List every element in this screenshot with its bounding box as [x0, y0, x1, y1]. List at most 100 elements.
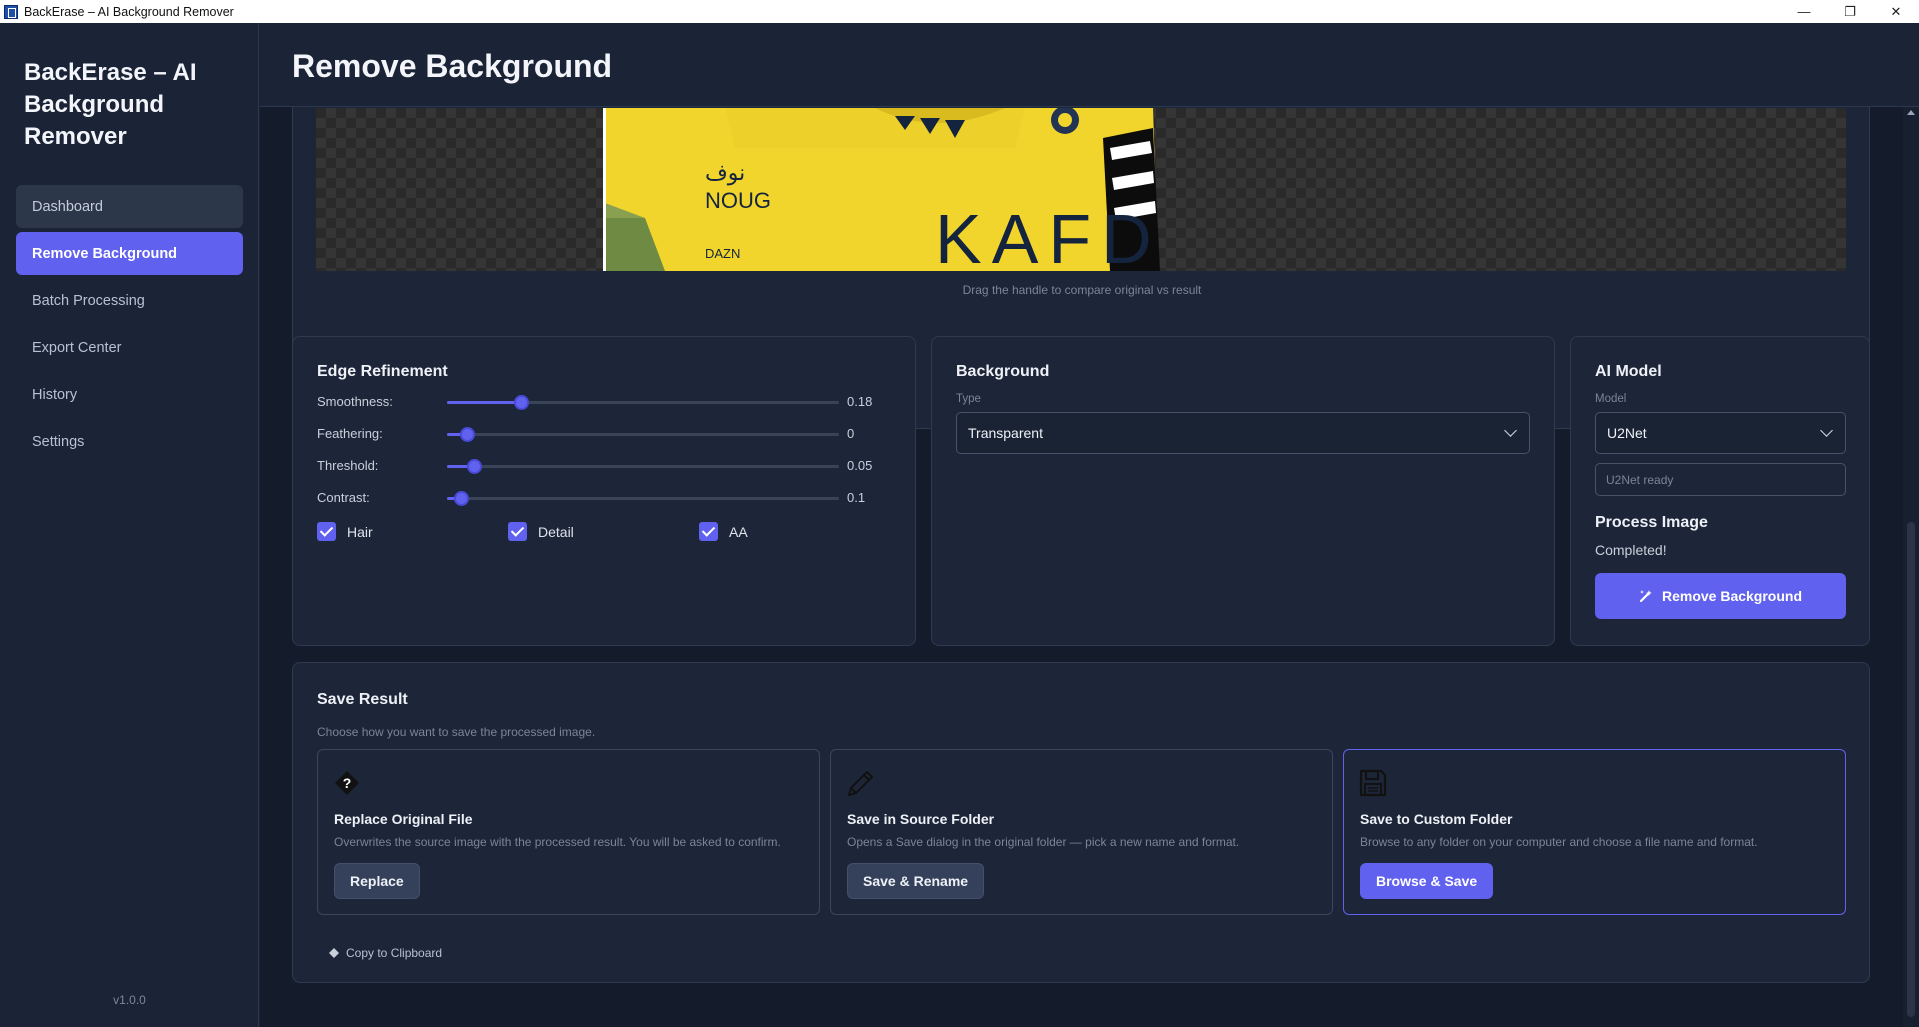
contrast-slider[interactable]: Contrast: 0.1	[317, 488, 897, 508]
slider-thumb[interactable]	[459, 427, 475, 442]
hair-checkbox[interactable]: Hair	[317, 522, 373, 541]
smoothness-slider[interactable]: Smoothness: 0.18	[317, 392, 897, 412]
threshold-slider[interactable]: Threshold: 0.05	[317, 456, 897, 476]
save-result-panel: Save Result Choose how you want to save …	[292, 662, 1870, 983]
compare-hint: Drag the handle to compare original vs r…	[962, 283, 1202, 297]
copy-to-clipboard-label: Copy to Clipboard	[346, 946, 443, 960]
ai-model-panel: AI Model Model U2Net U2Net ready Process…	[1570, 336, 1870, 646]
window-titlebar: BackErase – AI Background Remover — ❐ ✕	[0, 0, 1919, 23]
slider-track[interactable]	[447, 433, 839, 436]
diamond-question-icon: ?	[335, 771, 359, 795]
close-icon[interactable]: ✕	[1873, 0, 1919, 23]
aa-checkbox[interactable]: AA	[699, 522, 748, 541]
slider-value: 0.18	[847, 394, 873, 409]
app-brand: BackErase – AI Background Remover	[24, 59, 197, 150]
slider-value: 0	[847, 426, 855, 441]
detail-checkbox[interactable]: Detail	[508, 522, 574, 541]
svg-text:?: ?	[343, 775, 352, 791]
scrollbar-thumb[interactable]	[1907, 522, 1915, 1017]
diamond-question-icon	[329, 948, 339, 958]
checkbox-checked-icon[interactable]	[317, 522, 336, 541]
slider-label: Contrast:	[317, 490, 370, 505]
save-to-custom-folder-option[interactable]: Save to Custom Folder Browse to any fold…	[1343, 749, 1846, 915]
edge-refinement-panel: Edge Refinement Smoothness: 0.18 Feather…	[292, 336, 916, 646]
background-type-label: Type	[956, 393, 981, 405]
remove-background-button-label: Remove Background	[1661, 588, 1803, 604]
main-content: نوف NOUG DAZN KAFD Drag the handle to co…	[260, 107, 1903, 1027]
compare-preview[interactable]: نوف NOUG DAZN KAFD	[316, 108, 1846, 271]
option-title: Save in Source Folder	[847, 811, 995, 827]
process-status: Completed!	[1595, 542, 1667, 558]
minimize-icon[interactable]: —	[1781, 0, 1827, 23]
background-title: Background	[956, 363, 1050, 380]
copy-to-clipboard-link[interactable]: Copy to Clipboard	[329, 946, 442, 960]
slider-label: Feathering:	[317, 426, 383, 441]
sidebar-item-dashboard[interactable]: Dashboard	[16, 185, 243, 228]
option-description: Browse to any folder on your computer an…	[1360, 835, 1758, 849]
checkbox-label: Detail	[538, 523, 574, 540]
browse-and-save-button[interactable]: Browse & Save	[1360, 863, 1494, 899]
sidebar-item-history[interactable]: History	[16, 373, 243, 416]
scroll-up-arrow-icon[interactable]	[1907, 110, 1915, 115]
checkbox-checked-icon[interactable]	[699, 522, 718, 541]
processed-image: نوف NOUG DAZN KAFD	[605, 108, 1162, 271]
process-image-title: Process Image	[1595, 514, 1708, 531]
option-description: Overwrites the source image with the pro…	[334, 835, 781, 849]
compare-handle[interactable]	[603, 108, 606, 271]
option-title: Replace Original File	[334, 811, 473, 827]
save-result-subtitle: Choose how you want to save the processe…	[317, 725, 596, 739]
slider-label: Threshold:	[317, 458, 379, 473]
save-and-rename-button[interactable]: Save & Rename	[847, 863, 985, 899]
app-version: v1.0.0	[113, 993, 146, 1007]
pencil-icon	[848, 771, 873, 796]
checkbox-label: Hair	[347, 523, 373, 540]
restore-icon[interactable]: ❐	[1827, 0, 1873, 23]
edge-refinement-title: Edge Refinement	[317, 363, 448, 380]
content-scrollbar[interactable]	[1903, 107, 1919, 1027]
window-controls: — ❐ ✕	[1781, 0, 1919, 23]
sidebar-nav: Dashboard Remove Background Batch Proces…	[16, 185, 243, 467]
chevron-down-icon	[1504, 424, 1517, 437]
option-description: Opens a Save dialog in the original fold…	[847, 835, 1240, 849]
sidebar-item-export-center[interactable]: Export Center	[16, 326, 243, 369]
background-panel: Background Type Transparent	[931, 336, 1555, 646]
jersey-badge-text: NOUG	[705, 188, 771, 213]
remove-background-button[interactable]: Remove Background	[1595, 573, 1846, 619]
slider-track[interactable]	[447, 465, 839, 468]
slider-value: 0.1	[847, 490, 866, 505]
option-title: Save to Custom Folder	[1360, 811, 1513, 827]
feathering-slider[interactable]: Feathering: 0	[317, 424, 897, 444]
app-icon	[4, 4, 18, 19]
slider-value: 0.05	[847, 458, 873, 473]
checkbox-label: AA	[729, 523, 748, 540]
model-value: U2Net	[1607, 425, 1647, 441]
chevron-down-icon	[1820, 424, 1833, 437]
background-type-value: Transparent	[968, 425, 1043, 441]
sidebar-item-batch-processing[interactable]: Batch Processing	[16, 279, 243, 322]
slider-fill	[447, 401, 522, 404]
window-title: BackErase – AI Background Remover	[24, 4, 234, 19]
replace-original-option[interactable]: ? Replace Original File Overwrites the s…	[317, 749, 820, 915]
slider-track[interactable]	[447, 497, 839, 500]
checkbox-checked-icon[interactable]	[508, 522, 527, 541]
jersey-dazn-text: DAZN	[705, 246, 740, 261]
background-type-select[interactable]: Transparent	[956, 412, 1530, 454]
floppy-disk-icon	[1359, 769, 1387, 797]
sidebar-item-settings[interactable]: Settings	[16, 420, 243, 463]
ai-model-title: AI Model	[1595, 363, 1662, 380]
jersey-arabic-text: نوف	[705, 160, 745, 186]
model-status-field: U2Net ready	[1595, 463, 1846, 496]
sidebar-item-remove-background[interactable]: Remove Background	[16, 232, 243, 275]
save-in-source-folder-option[interactable]: Save in Source Folder Opens a Save dialo…	[830, 749, 1333, 915]
sidebar: BackErase – AI Background Remover Dashbo…	[0, 23, 259, 1027]
page-title: Remove Background	[292, 48, 613, 84]
slider-thumb[interactable]	[514, 395, 530, 410]
model-label: Model	[1595, 393, 1627, 405]
jersey-sponsor-text: KAFD	[935, 200, 1162, 271]
model-select[interactable]: U2Net	[1595, 412, 1846, 454]
slider-thumb[interactable]	[453, 491, 469, 506]
replace-button[interactable]: Replace	[334, 863, 420, 899]
save-result-title: Save Result	[317, 691, 408, 708]
magic-wand-icon	[1639, 590, 1652, 603]
slider-thumb[interactable]	[467, 459, 483, 474]
